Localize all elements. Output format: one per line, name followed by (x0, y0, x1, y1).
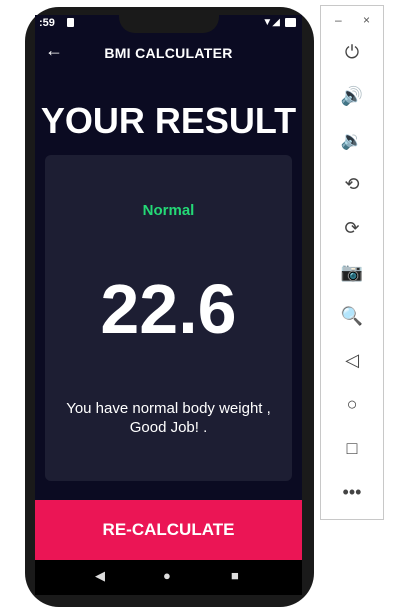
home-icon[interactable]: ○ (321, 394, 383, 415)
app-title: BMI CALCULATER (104, 45, 233, 61)
bmi-status: Normal (142, 202, 195, 219)
overview-icon[interactable]: □ (321, 438, 383, 459)
app-screen: :59 ▼◢ ← BMI CALCULATER YOUR RESULT Norm… (35, 15, 302, 560)
camera-icon[interactable]: 📷 (321, 262, 383, 283)
result-heading: YOUR RESULT (40, 100, 297, 141)
android-nav-bar: ◀ ● ■ (35, 560, 302, 595)
close-icon[interactable]: × (363, 13, 370, 27)
volume-up-icon[interactable]: 🔊 (321, 86, 383, 107)
zoom-icon[interactable]: 🔍 (321, 306, 383, 327)
camera-notch (119, 15, 219, 33)
rotate-left-icon[interactable]: ⟲ (321, 174, 383, 195)
sim-icon (67, 18, 74, 27)
more-icon[interactable]: ••• (321, 482, 383, 503)
volume-down-icon[interactable]: 🔉 (321, 130, 383, 151)
nav-recents-icon[interactable]: ■ (231, 568, 239, 583)
back-icon[interactable]: ◁ (321, 350, 383, 371)
bmi-message: You have normal body weight , Good Job! … (66, 400, 271, 436)
recalculate-button[interactable]: RE-CALCULATE (35, 500, 302, 560)
result-card: Normal 22.6 You have normal body weight … (45, 155, 292, 481)
minimize-icon[interactable]: – (335, 13, 342, 27)
app-bar: ← BMI CALCULATER (35, 33, 302, 73)
rotate-right-icon[interactable]: ⟳ (321, 218, 383, 239)
battery-icon (285, 18, 296, 27)
nav-back-icon[interactable]: ◀ (95, 568, 105, 584)
status-time: :59 (39, 17, 55, 29)
wifi-icon: ▼◢ (262, 17, 280, 28)
bmi-value: 22.6 (100, 270, 237, 348)
nav-home-icon[interactable]: ● (163, 568, 171, 583)
power-icon[interactable]: ⏻ (321, 42, 383, 63)
emulator-toolbar: – × ⏻ 🔊 🔉 ⟲ ⟳ 📷 🔍 ◁ ○ □ ••• (320, 5, 384, 520)
